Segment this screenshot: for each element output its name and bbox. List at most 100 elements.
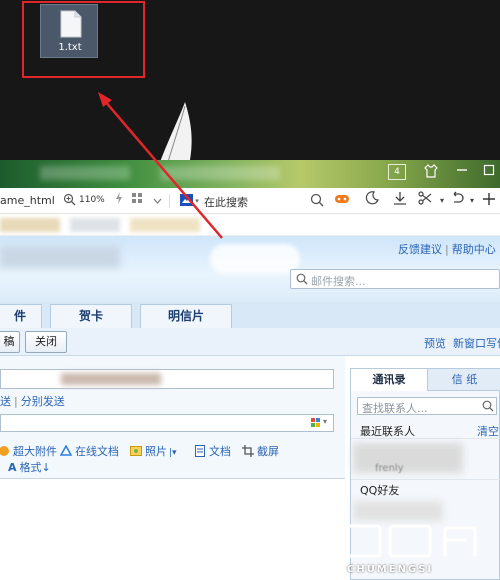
format-label: 格式 bbox=[19, 461, 42, 474]
attachment-label: 截屏 bbox=[257, 445, 279, 458]
desktop-file-item[interactable]: 1.txt bbox=[40, 4, 98, 58]
zoom-icon[interactable] bbox=[63, 193, 76, 206]
large-attachment-icon bbox=[0, 446, 9, 456]
color-grid-icon[interactable] bbox=[311, 418, 321, 428]
format-arrow-icon: ↓ bbox=[41, 461, 51, 474]
gamepad-icon[interactable] bbox=[332, 190, 352, 212]
browser-window: 4 ame_html 110% ▾ 在此搜索 ▾ ▾ 反馈建议 | 帮助中心 邮… bbox=[0, 160, 500, 580]
browser-title-bar: 4 bbox=[0, 160, 500, 188]
maximize-icon[interactable] bbox=[480, 164, 498, 182]
blurred-logo bbox=[0, 246, 120, 268]
watermark: CHUMENGSI bbox=[335, 520, 500, 580]
blurred-bookmark bbox=[130, 218, 200, 232]
photo-dropdown-icon[interactable]: |▾ bbox=[169, 448, 177, 458]
send-options: 送 | 分别发送 bbox=[0, 393, 65, 409]
lightning-icon[interactable] bbox=[112, 192, 126, 210]
cloud-decoration bbox=[210, 244, 300, 274]
attachment-label: 超大附件 bbox=[13, 445, 57, 458]
attachment-label: 在线文档 bbox=[75, 445, 119, 458]
mail-header: 反馈建议 | 帮助中心 邮件搜索... bbox=[0, 236, 500, 302]
recent-contact-name[interactable]: frenly bbox=[375, 463, 404, 474]
compose-toolbar: 稿 关闭 预览 新窗口写信 bbox=[0, 328, 500, 356]
format-button[interactable]: A 格式↓ bbox=[8, 459, 51, 475]
grid-icon[interactable] bbox=[130, 192, 144, 210]
feedback-link[interactable]: 反馈建议 bbox=[398, 243, 442, 256]
download-icon[interactable] bbox=[390, 190, 410, 212]
link-separator: | bbox=[14, 395, 18, 408]
document-button[interactable]: 文档 bbox=[194, 443, 231, 459]
mail-search-input[interactable]: 邮件搜索... bbox=[290, 269, 500, 289]
blurred-recipient bbox=[61, 373, 161, 385]
engine-dropdown-icon[interactable]: ▾ bbox=[193, 192, 201, 210]
recent-contacts-label: 最近联系人 bbox=[360, 425, 415, 438]
format-a-icon: A bbox=[8, 461, 17, 474]
watermark-logo bbox=[338, 524, 477, 558]
search-icon[interactable] bbox=[482, 400, 494, 412]
watermark-text: CHUMENGSI bbox=[347, 564, 434, 575]
url-field[interactable]: ame_html bbox=[0, 194, 55, 207]
search-icon bbox=[296, 273, 308, 285]
divider bbox=[169, 194, 170, 208]
subject-field[interactable]: ▾ bbox=[0, 414, 334, 432]
save-draft-button[interactable]: 稿 bbox=[0, 331, 20, 353]
online-doc-icon bbox=[60, 445, 72, 456]
preview-link[interactable]: 预览 bbox=[424, 335, 446, 351]
message-editor[interactable] bbox=[0, 478, 345, 580]
tab-greeting-card[interactable]: 贺卡 bbox=[50, 304, 132, 328]
tab-address-book[interactable]: 通讯录 bbox=[351, 369, 428, 391]
plus-icon[interactable] bbox=[479, 190, 499, 212]
large-attachment-button[interactable]: 超大附件 bbox=[0, 443, 57, 459]
blurred-bookmark bbox=[0, 218, 60, 232]
send-link[interactable]: 送 bbox=[0, 395, 11, 408]
photo-button[interactable]: 照片 |▾ bbox=[130, 443, 177, 459]
text-file-icon bbox=[60, 10, 82, 38]
feather-decoration bbox=[160, 102, 192, 163]
header-links: 反馈建议 | 帮助中心 bbox=[398, 241, 496, 257]
document-icon bbox=[195, 445, 205, 457]
chevron-down-icon[interactable]: ▾ bbox=[323, 417, 327, 426]
search-engine-icon[interactable] bbox=[180, 194, 193, 206]
tab-mail[interactable]: 件 bbox=[0, 304, 42, 328]
search-icon[interactable] bbox=[310, 193, 324, 207]
qq-friends-header[interactable]: QQ好友 bbox=[351, 479, 500, 497]
contact-search-input[interactable]: 查找联系人... bbox=[357, 397, 497, 415]
blurred-contact bbox=[353, 443, 463, 473]
zoom-level[interactable]: 110% bbox=[79, 195, 105, 205]
clear-recent-link[interactable]: 清空 bbox=[477, 423, 499, 439]
bookmarks-bar bbox=[0, 214, 500, 236]
minimize-icon[interactable] bbox=[453, 164, 471, 182]
online-doc-button[interactable]: 在线文档 bbox=[60, 443, 119, 459]
address-search-input[interactable]: 在此搜索 bbox=[204, 194, 248, 210]
recipient-field[interactable] bbox=[0, 369, 334, 389]
address-bar: ame_html 110% ▾ 在此搜索 ▾ ▾ bbox=[0, 188, 500, 214]
tab-count-badge[interactable]: 4 bbox=[388, 164, 406, 180]
new-window-link[interactable]: 新窗口写信 bbox=[453, 335, 500, 351]
help-center-link[interactable]: 帮助中心 bbox=[452, 243, 496, 256]
desktop: 1.txt bbox=[0, 0, 500, 163]
attachment-label: 照片 bbox=[145, 445, 167, 458]
tab-stationery[interactable]: 信 纸 bbox=[428, 369, 500, 391]
attachment-label: 文档 bbox=[209, 445, 231, 458]
file-name-label: 1.txt bbox=[58, 42, 82, 53]
attachment-toolbar: 超大附件 在线文档 照片 |▾ 文档 截屏 bbox=[0, 441, 345, 461]
mail-search-placeholder: 邮件搜索... bbox=[311, 275, 366, 288]
mail-nav-tabs: 件 贺卡 明信片 bbox=[0, 302, 500, 328]
recent-contacts-header: 最近联系人 清空 bbox=[351, 421, 500, 439]
close-button[interactable]: 关闭 bbox=[25, 331, 67, 353]
blurred-contact bbox=[353, 501, 443, 521]
compose-area: 送 | 分别发送 ▾ 超大附件 在线文档 照片 |▾ 文档 截屏 A 格式↓ bbox=[0, 356, 345, 580]
separate-send-link[interactable]: 分别发送 bbox=[21, 395, 65, 408]
blurred-tab bbox=[40, 166, 130, 180]
contact-search-placeholder: 查找联系人... bbox=[362, 402, 428, 415]
screenshot-icon bbox=[242, 445, 254, 457]
link-separator: | bbox=[445, 243, 449, 256]
photo-icon bbox=[130, 446, 142, 456]
qq-friends-label: QQ好友 bbox=[360, 484, 400, 497]
blurred-bookmark bbox=[70, 218, 120, 232]
chevron-down-icon[interactable] bbox=[150, 192, 164, 210]
shirt-skin-icon[interactable] bbox=[422, 164, 440, 182]
blurred-tab bbox=[160, 166, 280, 180]
moon-icon[interactable] bbox=[362, 190, 382, 212]
screenshot-button[interactable]: 截屏 bbox=[242, 443, 279, 459]
tab-postcard[interactable]: 明信片 bbox=[140, 304, 232, 328]
